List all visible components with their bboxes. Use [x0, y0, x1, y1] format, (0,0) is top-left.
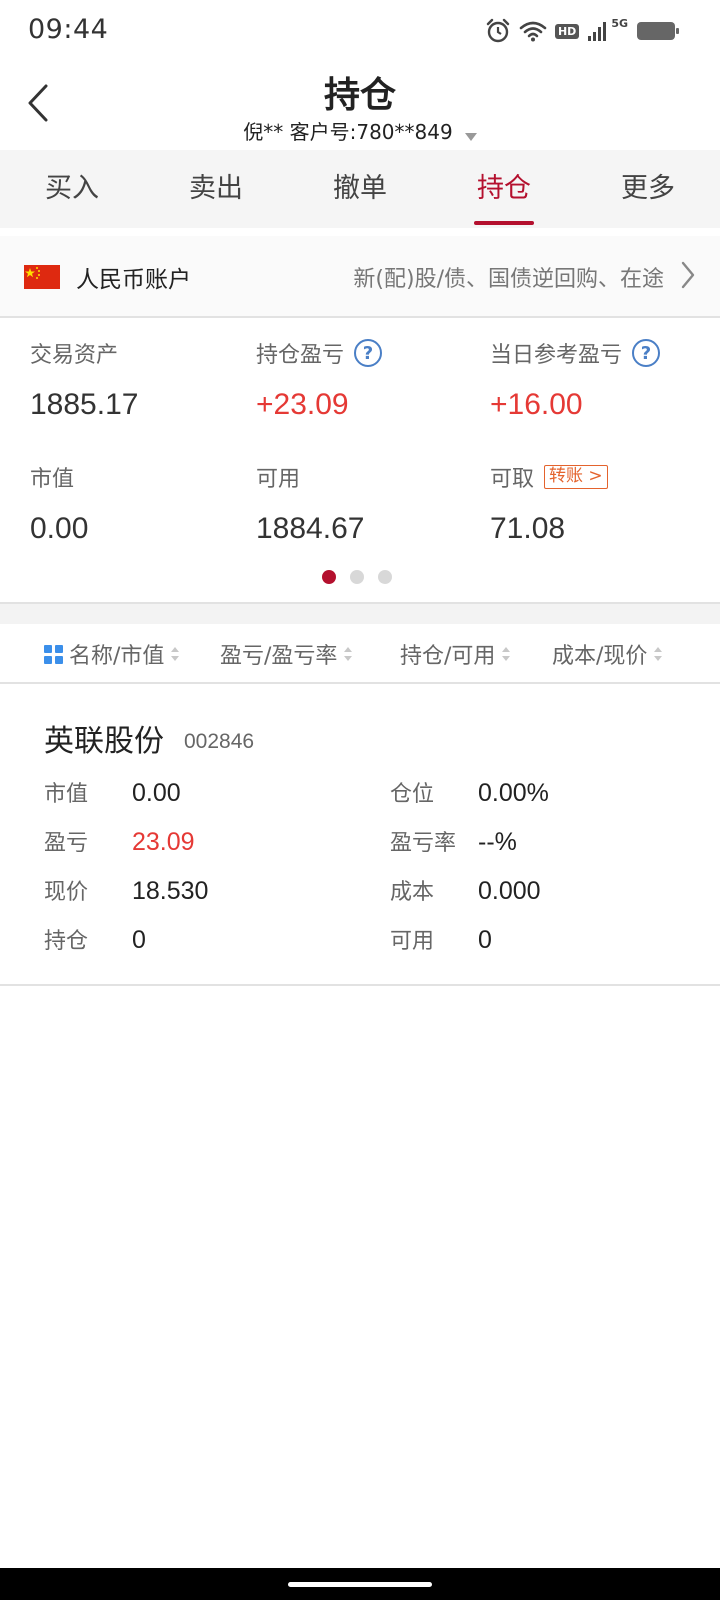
china-flag-icon — [24, 265, 60, 289]
field-market-value: 市值 0.00 — [44, 779, 181, 807]
field-current-price: 现价 18.530 — [44, 877, 209, 905]
column-pnl-label: 盈亏/盈亏率 — [220, 644, 338, 669]
tab-sell[interactable]: 卖出 — [144, 150, 288, 228]
field-cost: 成本 0.000 — [390, 877, 541, 905]
field-holding: 持仓 0 — [44, 926, 146, 954]
trade-assets-cell: 交易资产 1885.17 — [30, 338, 138, 422]
page-header: 持仓 倪** 客户号:780**849 — [0, 60, 720, 150]
status-bar: 09:44 HD 5G — [0, 0, 720, 60]
account-row[interactable]: 人民币账户 新(配)股/债、国债逆回购、在途 — [0, 236, 720, 318]
withdrawable-label: 可取 — [490, 467, 535, 492]
market-value-cell: 市值 0.00 — [30, 462, 88, 546]
account-description: 新(配)股/债、国债逆回购、在途 — [353, 267, 664, 292]
question-icon[interactable]: ? — [354, 339, 383, 367]
field-position-ratio: 仓位 0.00% — [390, 779, 549, 807]
market-value-label: 市值 — [30, 467, 75, 492]
signal-icon — [587, 20, 609, 42]
grid-icon[interactable] — [44, 644, 63, 664]
pager-dot[interactable] — [322, 570, 336, 584]
column-pnl[interactable]: 盈亏/盈亏率 — [220, 638, 353, 670]
field-pnl-rate: 盈亏率 --% — [390, 828, 517, 856]
sort-icon — [501, 645, 511, 663]
tab-positions[interactable]: 持仓 — [432, 150, 576, 228]
sort-icon — [653, 645, 663, 663]
sort-icon — [343, 645, 353, 663]
position-pnl-label: 持仓盈亏 — [256, 343, 345, 368]
wifi-icon — [519, 20, 547, 42]
column-position-label: 持仓/可用 — [400, 644, 496, 669]
withdrawable-cell: 可取 转账 > 71.08 — [490, 462, 608, 546]
sort-icon — [170, 645, 180, 663]
column-position[interactable]: 持仓/可用 — [400, 638, 511, 670]
trade-tabs: 买入 卖出 撤单 持仓 更多 — [0, 150, 720, 228]
stock-name: 英联股份 — [44, 724, 164, 759]
market-value-value: 0.00 — [30, 512, 89, 545]
field-pnl: 盈亏 23.09 — [44, 828, 195, 856]
alarm-icon — [485, 18, 511, 44]
trade-assets-value: 1885.17 — [30, 388, 139, 421]
today-pnl-value: +16.00 — [490, 388, 583, 421]
position-column-header: 名称/市值 盈亏/盈亏率 持仓/可用 成本/现价 — [0, 624, 720, 684]
tab-more[interactable]: 更多 — [576, 150, 720, 228]
trade-assets-label: 交易资产 — [30, 343, 119, 368]
status-icons: HD 5G — [485, 16, 680, 46]
account-text: 倪** 客户号:780**849 — [243, 120, 453, 144]
column-cost-label: 成本/现价 — [552, 644, 648, 669]
available-value: 1884.67 — [256, 512, 365, 545]
column-cost[interactable]: 成本/现价 — [552, 638, 663, 670]
pager-dot[interactable] — [350, 570, 364, 584]
available-label: 可用 — [256, 467, 301, 492]
field-available: 可用 0 — [390, 926, 492, 954]
currency-account-label: 人民币账户 — [76, 267, 191, 293]
hd-badge: HD — [554, 23, 580, 39]
section-divider — [0, 602, 720, 624]
position-item[interactable]: 英联股份 002846 市值 0.00 仓位 0.00% 盈亏 23.09 盈亏率 --… — [0, 686, 720, 986]
withdrawable-value: 71.08 — [490, 512, 566, 545]
question-icon[interactable]: ? — [632, 339, 661, 367]
tab-cancel-order[interactable]: 撤单 — [288, 150, 432, 228]
network-type: 5G — [611, 16, 628, 30]
battery-icon — [636, 20, 680, 42]
triangle-down-icon — [464, 122, 477, 146]
status-time: 09:44 — [28, 14, 109, 45]
transfer-button[interactable]: 转账 > — [544, 465, 608, 489]
today-pnl-cell: 当日参考盈亏? +16.00 — [490, 338, 661, 422]
page-title: 持仓 — [323, 75, 396, 116]
account-selector[interactable]: 倪** 客户号:780**849 — [0, 116, 720, 146]
pager-dot[interactable] — [378, 570, 392, 584]
chevron-right-icon — [680, 260, 696, 294]
column-name[interactable]: 名称/市值 — [44, 638, 180, 670]
today-pnl-label: 当日参考盈亏 — [490, 343, 623, 368]
system-nav-bar — [0, 1568, 720, 1600]
asset-summary: 交易资产 1885.17 持仓盈亏? +23.09 当日参考盈亏? +16.00… — [0, 320, 720, 602]
tab-buy[interactable]: 买入 — [0, 150, 144, 228]
available-cell: 可用 1884.67 — [256, 462, 364, 546]
stock-code: 002846 — [184, 730, 255, 753]
home-gesture-handle[interactable] — [288, 1582, 432, 1587]
position-pnl-cell: 持仓盈亏? +23.09 — [256, 338, 383, 422]
column-name-label: 名称/市值 — [69, 644, 165, 669]
pager-dots — [322, 570, 392, 584]
position-pnl-value: +23.09 — [256, 388, 349, 421]
